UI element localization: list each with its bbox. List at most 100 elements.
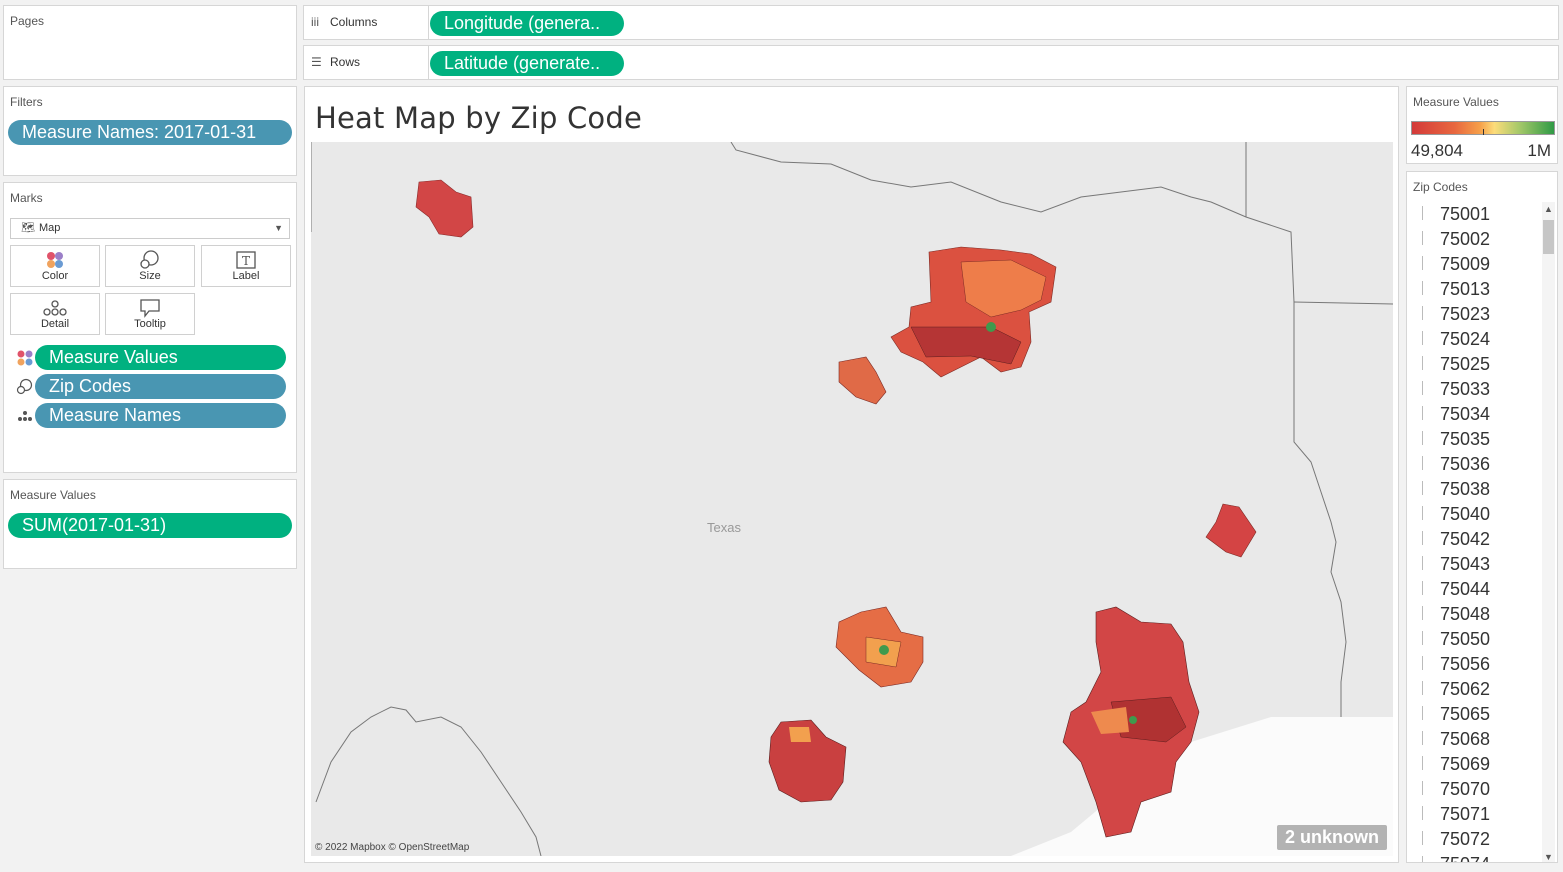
sum-measure-pill[interactable]: SUM(2017-01-31) — [8, 513, 292, 538]
zip-code-label: 75009 — [1440, 254, 1491, 274]
zip-tick — [1422, 531, 1423, 545]
list-item[interactable]: 75042 — [1407, 527, 1539, 552]
zip-code-list[interactable]: 75001 75002 75009 75013 75023 75024 75025 75033… — [1407, 202, 1539, 862]
latitude-pill[interactable]: Latitude (generate.. — [430, 51, 624, 76]
zip-tick — [1422, 856, 1423, 862]
measure-names-pill[interactable]: Measure Names — [35, 403, 286, 428]
zip-code-label: 75013 — [1440, 279, 1491, 299]
list-item[interactable]: 75069 — [1407, 752, 1539, 777]
scroll-thumb[interactable] — [1543, 220, 1554, 254]
austin-high-value — [879, 645, 889, 655]
label-button[interactable]: T Label — [201, 245, 291, 287]
list-item[interactable]: 75001 — [1407, 202, 1539, 227]
houston-high-value — [1129, 716, 1137, 724]
zip-code-label: 75070 — [1440, 779, 1491, 799]
mark-type-dropdown[interactable]: 🗺 Map ▼ — [10, 218, 290, 239]
texas-border — [730, 142, 1347, 717]
list-item[interactable]: 75033 — [1407, 377, 1539, 402]
zip-codes-pill[interactable]: Zip Codes — [35, 374, 286, 399]
list-item[interactable]: 75013 — [1407, 277, 1539, 302]
zip-code-label: 75034 — [1440, 404, 1491, 424]
list-item[interactable]: 75025 — [1407, 352, 1539, 377]
zip-tick — [1422, 356, 1423, 370]
zip-scrollbar[interactable]: ▲ ▼ — [1542, 202, 1555, 862]
map-attribution[interactable]: © 2022 Mapbox © OpenStreetMap — [315, 842, 469, 853]
longitude-pill[interactable]: Longitude (genera.. — [430, 11, 624, 36]
list-item[interactable]: 75056 — [1407, 652, 1539, 677]
columns-shelf[interactable]: iii Columns Longitude (genera.. — [303, 5, 1559, 40]
view-panel: Heat Map by Zip Code Texas © 2022 Mapbox… — [304, 86, 1399, 863]
color-gradient-bar[interactable] — [1411, 121, 1555, 135]
list-item[interactable]: 75062 — [1407, 677, 1539, 702]
zip-code-label: 75069 — [1440, 754, 1491, 774]
unknown-badge[interactable]: 2 unknown — [1277, 825, 1387, 850]
legend-max-value: 1M — [1527, 141, 1551, 160]
region-east-texas — [1205, 503, 1257, 558]
zip-tick — [1422, 556, 1423, 570]
list-item[interactable]: 75072 — [1407, 827, 1539, 852]
scroll-up-icon[interactable]: ▲ — [1542, 204, 1555, 214]
zip-code-label: 75065 — [1440, 704, 1491, 724]
list-item[interactable]: 75035 — [1407, 427, 1539, 452]
list-item[interactable]: 75043 — [1407, 552, 1539, 577]
zip-tick — [1422, 706, 1423, 720]
map-canvas[interactable]: Texas © 2022 Mapbox © OpenStreetMap 2 un… — [311, 142, 1393, 856]
zip-code-label: 75074 — [1440, 854, 1490, 862]
detail-button[interactable]: Detail — [10, 293, 100, 335]
list-item[interactable]: 75070 — [1407, 777, 1539, 802]
zip-code-label: 75024 — [1440, 329, 1491, 349]
zip-code-label: 75036 — [1440, 454, 1491, 474]
measure-values-card: Measure Values SUM(2017-01-31) — [3, 479, 297, 569]
list-item[interactable]: 75009 — [1407, 252, 1539, 277]
columns-shelf-label: iii Columns — [304, 6, 429, 39]
list-item[interactable]: 75068 — [1407, 727, 1539, 752]
zip-tick — [1422, 256, 1423, 270]
list-item[interactable]: 75002 — [1407, 227, 1539, 252]
detail-icon — [11, 298, 99, 318]
zip-tick — [1422, 231, 1423, 245]
list-item[interactable]: 75040 — [1407, 502, 1539, 527]
list-item[interactable]: 75048 — [1407, 602, 1539, 627]
filters-card: Filters Measure Names: 2017-01-31 — [3, 86, 297, 176]
zip-code-label: 75072 — [1440, 829, 1491, 849]
zip-code-label: 75042 — [1440, 529, 1491, 549]
list-item[interactable]: 75050 — [1407, 627, 1539, 652]
page-title: Heat Map by Zip Code — [315, 101, 643, 135]
zip-code-label: 75062 — [1440, 679, 1491, 699]
list-item[interactable]: 75044 — [1407, 577, 1539, 602]
zip-tick — [1422, 306, 1423, 320]
filter-pill-measure-names[interactable]: Measure Names: 2017-01-31 — [8, 120, 292, 145]
region-waco — [838, 356, 887, 405]
tooltip-button[interactable]: Tooltip — [105, 293, 195, 335]
tooltip-icon — [106, 298, 194, 318]
rows-shelf[interactable]: ☰ Rows Latitude (generate.. — [303, 45, 1559, 80]
list-item[interactable]: 75023 — [1407, 302, 1539, 327]
svg-text:T: T — [242, 254, 250, 268]
scroll-down-icon[interactable]: ▼ — [1542, 852, 1555, 862]
zip-code-label: 75044 — [1440, 579, 1491, 599]
marks-title: Marks — [10, 191, 43, 205]
measure-values-pill[interactable]: Measure Values — [35, 345, 286, 370]
rows-shelf-label: ☰ Rows — [304, 46, 429, 79]
zip-code-label: 75048 — [1440, 604, 1491, 624]
zip-tick — [1422, 681, 1423, 695]
zip-tick — [1422, 456, 1423, 470]
size-button[interactable]: Size — [105, 245, 195, 287]
list-item[interactable]: 75065 — [1407, 702, 1539, 727]
marks-card: Marks 🗺 Map ▼ Color Size T Label Detail … — [3, 182, 297, 473]
list-item[interactable]: 75038 — [1407, 477, 1539, 502]
list-item[interactable]: 75034 — [1407, 402, 1539, 427]
zip-code-label: 75050 — [1440, 629, 1491, 649]
list-item[interactable]: 75024 — [1407, 327, 1539, 352]
list-item[interactable]: 75071 — [1407, 802, 1539, 827]
list-item[interactable]: 75074 — [1407, 852, 1539, 862]
zip-tick — [1422, 631, 1423, 645]
color-button[interactable]: Color — [10, 245, 100, 287]
zip-codes-title: Zip Codes — [1413, 180, 1468, 194]
zip-code-label: 75025 — [1440, 354, 1491, 374]
color-icon — [17, 350, 33, 366]
list-item[interactable]: 75036 — [1407, 452, 1539, 477]
zip-tick — [1422, 656, 1423, 670]
zip-tick — [1422, 756, 1423, 770]
zip-tick — [1422, 481, 1423, 495]
